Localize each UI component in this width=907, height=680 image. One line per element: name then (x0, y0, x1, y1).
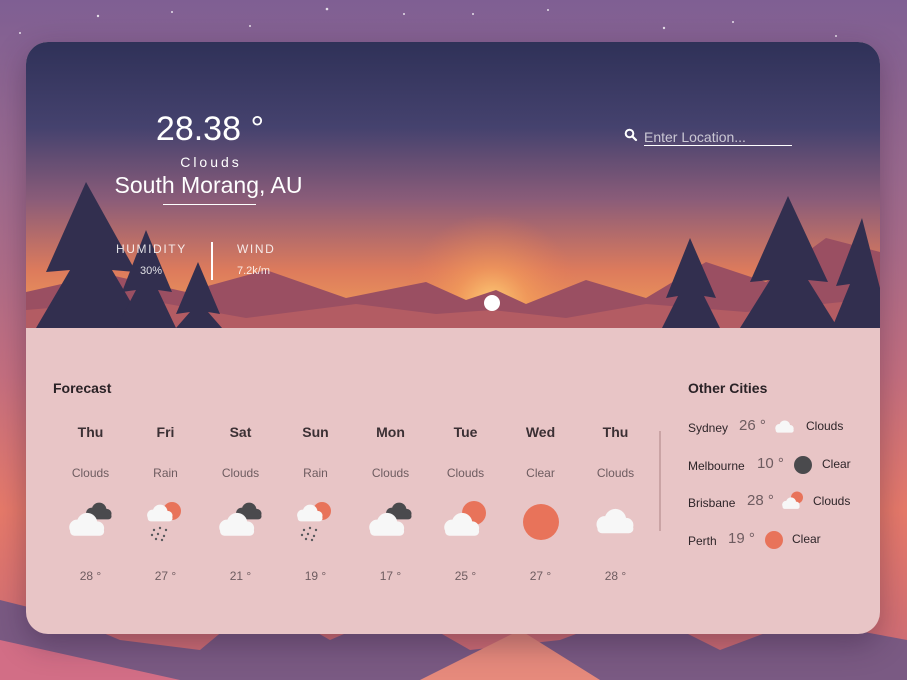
forecast-day-name: Thu (77, 424, 104, 440)
forecast-day-temp: 27 ° (529, 569, 552, 583)
forecast-day-condition: Clear (526, 466, 555, 480)
city-row[interactable]: Perth 19 ° Clear (688, 529, 868, 553)
forecast-title: Forecast (53, 380, 112, 396)
humidity-value: 30% (140, 265, 163, 277)
forecast-day-name: Wed (525, 424, 556, 440)
forecast-day-condition: Clouds (71, 466, 110, 480)
hero-banner: 28.38 ° Clouds South Morang, AU HUMIDITY… (26, 42, 880, 328)
forecast-day-condition: Rain (153, 466, 178, 480)
sun-icon (515, 500, 567, 544)
city-row[interactable]: Brisbane 28 ° Clouds (688, 491, 868, 515)
cloud-icon (590, 500, 642, 544)
location-search-input[interactable] (644, 128, 792, 146)
city-condition: Clear (792, 532, 821, 546)
section-divider (659, 431, 661, 531)
forecast-day-temp: 21 ° (229, 569, 252, 583)
forecast-day-temp: 27 ° (154, 569, 177, 583)
forecast-day-temp: 17 ° (379, 569, 402, 583)
dark-moon-icon (790, 454, 816, 476)
current-temperature: 28.38 ° (155, 110, 265, 148)
forecast-day-condition: Clouds (221, 466, 260, 480)
forecast-day-temp: 28 ° (604, 569, 627, 583)
search-icon[interactable] (624, 128, 638, 142)
city-name: Melbourne (688, 459, 745, 473)
current-condition: Clouds (180, 154, 242, 170)
stats-divider (211, 242, 213, 280)
wind-value: 7.2k/m (237, 265, 271, 277)
forecast-day-name: Sun (302, 424, 329, 440)
cloud-icon (772, 416, 798, 438)
forecast-day-name: Tue (453, 424, 478, 440)
dark-clouds-icon (365, 500, 417, 544)
city-row[interactable]: Melbourne 10 ° Clear (688, 454, 868, 478)
sun-icon (761, 529, 787, 551)
forecast-day-name: Sat (229, 424, 252, 440)
sun-cloud-icon (440, 500, 492, 544)
city-name: Brisbane (688, 496, 736, 510)
city-name: Sydney (688, 421, 729, 435)
city-condition: Clouds (806, 419, 844, 433)
city-condition: Clouds (813, 494, 851, 508)
weather-card: 28.38 ° Clouds South Morang, AU HUMIDITY… (26, 42, 880, 634)
forecast-day-temp: 25 ° (454, 569, 477, 583)
dark-clouds-icon (215, 500, 267, 544)
location-search (624, 128, 796, 148)
city-name: Perth (688, 534, 717, 548)
forecast-day-condition: Clouds (371, 466, 410, 480)
forecast-day-temp: 19 ° (304, 569, 327, 583)
sun-cloud-icon (780, 491, 806, 513)
dark-clouds-icon (65, 500, 117, 544)
forecast-day-condition: Clouds (446, 466, 485, 480)
city-temp: 19 ° (728, 530, 755, 547)
sun-rain-icon (290, 500, 342, 544)
forecast-day-name: Fri (156, 424, 175, 440)
sun-rain-icon (140, 500, 192, 544)
forecast-day-name: Thu (602, 424, 629, 440)
forecast-day-condition: Rain (303, 466, 328, 480)
other-cities-title: Other Cities (688, 380, 768, 396)
current-location: South Morang, AU (114, 172, 303, 198)
location-underline (163, 204, 256, 205)
city-row[interactable]: Sydney 26 ° Clouds (688, 416, 868, 440)
city-temp: 28 ° (747, 492, 774, 509)
forecast-day-condition: Clouds (596, 466, 635, 480)
wind-label: WIND (237, 242, 276, 256)
city-temp: 26 ° (739, 417, 766, 434)
forecast-day-temp: 28 ° (79, 569, 102, 583)
city-temp: 10 ° (757, 455, 784, 472)
city-condition: Clear (822, 457, 851, 471)
humidity-label: HUMIDITY (116, 242, 187, 256)
forecast-day-name: Mon (376, 424, 405, 440)
